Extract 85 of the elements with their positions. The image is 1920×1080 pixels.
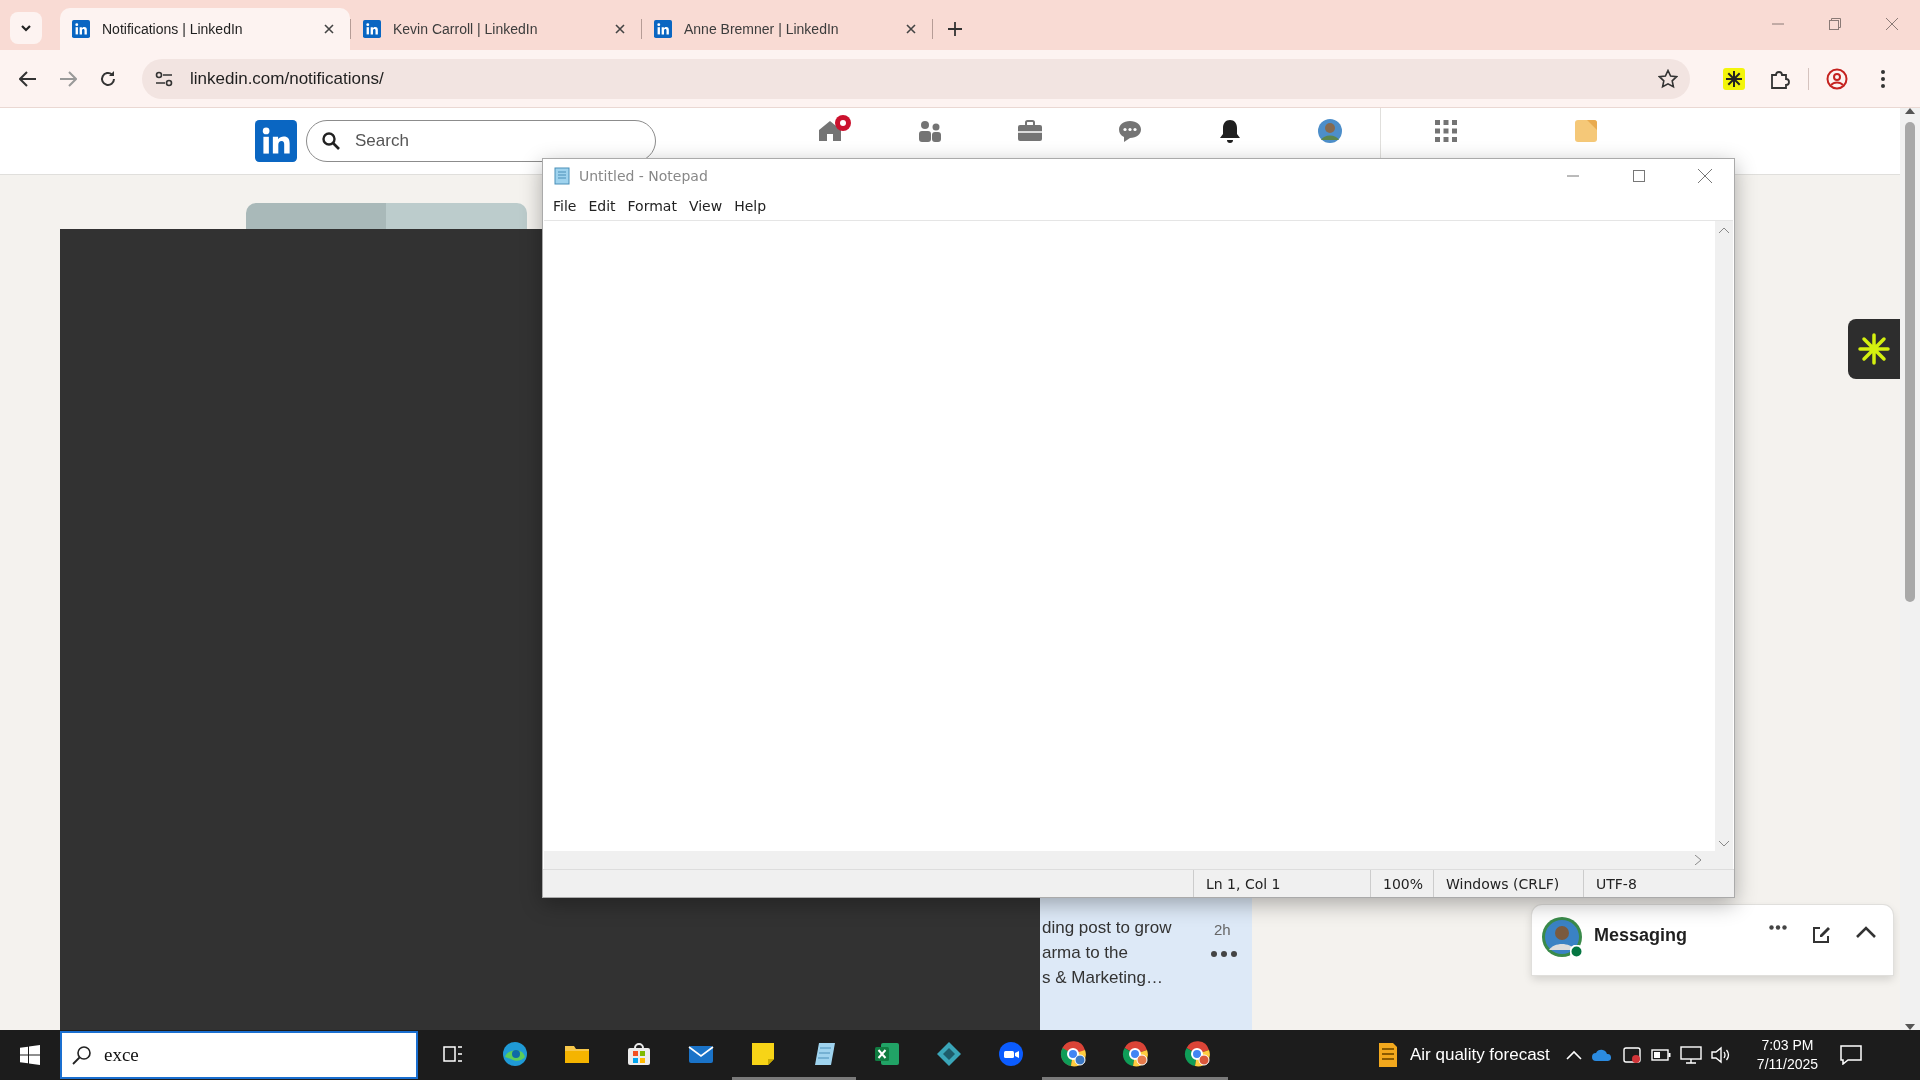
scroll-right-icon xyxy=(1695,855,1701,865)
chevron-up-icon xyxy=(1855,925,1877,939)
star-icon[interactable] xyxy=(1658,68,1678,89)
plus-icon xyxy=(947,21,963,37)
more-icon xyxy=(1769,925,1787,930)
scrollbar[interactable] xyxy=(1900,108,1920,1030)
time-text: 2h xyxy=(1214,921,1231,938)
people-icon xyxy=(917,118,943,144)
close-icon xyxy=(1885,18,1898,30)
status-text: 100% xyxy=(1370,870,1433,897)
scroll-up-icon xyxy=(1719,227,1729,233)
close-icon[interactable] xyxy=(613,22,627,36)
close-icon xyxy=(1698,168,1712,183)
search-icon xyxy=(72,1045,92,1065)
status-text: UTF-8 xyxy=(1583,870,1733,897)
battery-icon[interactable] xyxy=(1650,1049,1671,1061)
url-text: linkedin.com/notifications/ xyxy=(190,68,385,89)
back-arrow-icon xyxy=(19,69,37,88)
speaker-icon[interactable] xyxy=(1710,1046,1731,1064)
browser-icon xyxy=(1059,1039,1087,1068)
shield-icon[interactable] xyxy=(1621,1045,1642,1065)
assistant-button[interactable] xyxy=(1848,319,1900,379)
search-field[interactable]: exce xyxy=(60,1031,418,1079)
search-icon xyxy=(322,132,340,150)
browser-tab[interactable]: Notifications | LinkedIn xyxy=(60,8,350,50)
video-icon xyxy=(997,1039,1025,1068)
scrollbar-thumb[interactable] xyxy=(1905,122,1915,602)
browser-icon xyxy=(1121,1039,1149,1068)
bell-icon xyxy=(1217,118,1243,144)
compose-icon xyxy=(1811,925,1831,945)
profile-icon xyxy=(1826,67,1848,90)
browser-icon xyxy=(501,1039,529,1068)
messaging-title: Messaging xyxy=(1594,925,1689,946)
task-view-icon xyxy=(443,1043,463,1064)
menu-item[interactable]: Edit xyxy=(582,196,622,216)
linkedin-icon xyxy=(72,20,90,38)
menu-item[interactable]: Help xyxy=(728,196,773,216)
status-text: Windows (CRLF) xyxy=(1433,870,1583,897)
window-title: Untitled - Notepad xyxy=(579,167,709,184)
linkedin-icon xyxy=(363,20,381,38)
message-icon xyxy=(1840,1045,1863,1065)
browser-tab[interactable]: Anne Bremner | LinkedIn xyxy=(642,8,932,50)
browser-tab[interactable]: Kevin Carroll | LinkedIn xyxy=(351,8,641,50)
more-icon xyxy=(1211,951,1237,957)
notification-text: ding post to grow arma to the s & Marketing… xyxy=(1042,917,1173,989)
menu-item[interactable]: Format xyxy=(621,196,683,216)
menu-item[interactable]: File xyxy=(547,196,583,216)
search-field[interactable]: Search xyxy=(306,120,656,162)
menu-icon xyxy=(1880,68,1886,89)
notification-card[interactable]: ding post to grow arma to the s & Marketing… 2h xyxy=(1040,897,1252,1030)
menu-item[interactable]: View xyxy=(682,196,729,216)
address-bar[interactable]: linkedin.com/notifications/ xyxy=(142,58,1690,99)
horizontal-scrollbar[interactable] xyxy=(544,851,1715,869)
forward-arrow-icon xyxy=(59,69,77,88)
weather-widget[interactable]: Air quality forecast xyxy=(1376,1041,1566,1069)
avatar-icon xyxy=(1542,917,1582,957)
home-icon xyxy=(817,118,843,144)
chevron-up-icon[interactable] xyxy=(1565,1050,1582,1060)
diamond-icon xyxy=(935,1039,963,1068)
network-icon[interactable] xyxy=(1679,1046,1702,1064)
avatar-icon xyxy=(1317,118,1343,144)
air-quality-icon xyxy=(1376,1041,1400,1069)
maximize-icon xyxy=(1633,169,1645,182)
chat-bubble-icon xyxy=(1117,118,1143,144)
clock[interactable]: 7:03 PM 7/11/2025 xyxy=(1744,1036,1831,1074)
vertical-scrollbar[interactable] xyxy=(1715,221,1733,869)
close-icon[interactable] xyxy=(322,22,336,36)
asterisk-icon xyxy=(1723,67,1745,90)
reload-icon xyxy=(99,69,117,88)
linkedin-icon xyxy=(654,20,672,38)
briefcase-icon xyxy=(1017,118,1043,144)
browser-icon xyxy=(1183,1039,1211,1068)
scroll-down-icon xyxy=(1719,841,1729,847)
restore-icon xyxy=(1828,18,1841,30)
grid-icon xyxy=(1433,118,1459,144)
messaging-panel[interactable]: Messaging xyxy=(1532,905,1893,975)
asterisk-icon xyxy=(1858,333,1890,365)
cloud-icon[interactable] xyxy=(1590,1048,1613,1062)
square-icon xyxy=(1573,118,1599,144)
status-text: Ln 1, Col 1 xyxy=(1193,870,1370,897)
windows-icon xyxy=(20,1045,40,1065)
notepad-icon xyxy=(553,166,571,185)
close-icon[interactable] xyxy=(904,22,918,36)
tab-search-button[interactable] xyxy=(10,12,42,44)
linkedin-icon xyxy=(255,120,297,162)
